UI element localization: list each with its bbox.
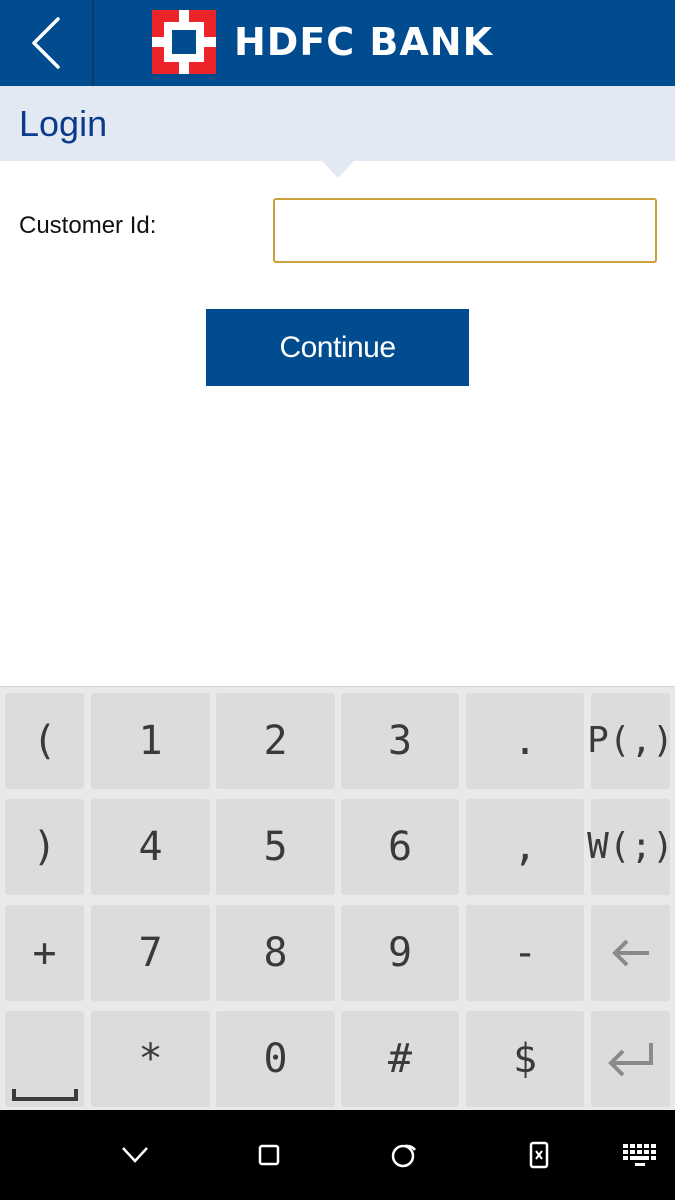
key-backspace[interactable]	[591, 905, 670, 1001]
keyboard-switch-button[interactable]	[605, 1110, 675, 1200]
recents-icon	[258, 1144, 280, 1166]
screen-pin-icon	[529, 1141, 549, 1169]
key-3[interactable]: 3	[341, 693, 459, 789]
key-pause[interactable]: P(,)	[587, 693, 674, 789]
key-open-paren[interactable]: (	[5, 693, 84, 789]
page-title: Login	[19, 103, 108, 144]
back-button[interactable]	[0, 0, 92, 86]
key-label: 1	[138, 718, 163, 764]
key-hash[interactable]: #	[341, 1011, 459, 1107]
key-9[interactable]: 9	[341, 905, 459, 1001]
brand-name: HDFC BANK	[234, 20, 494, 64]
key-asterisk[interactable]: *	[91, 1011, 210, 1107]
title-pointer	[322, 161, 354, 178]
key-label: 0	[263, 1036, 288, 1082]
key-label: 8	[263, 930, 288, 976]
home-icon	[391, 1144, 417, 1168]
key-1[interactable]: 1	[91, 693, 210, 789]
enter-icon	[607, 1043, 653, 1077]
hdfc-logo-icon	[152, 10, 216, 74]
key-label: .	[512, 718, 538, 764]
key-label: W(;)	[587, 826, 674, 867]
key-6[interactable]: 6	[341, 799, 459, 895]
key-label: 6	[387, 824, 413, 870]
key-label: #	[387, 1036, 413, 1082]
header-divider	[92, 0, 94, 86]
key-dollar[interactable]: $	[466, 1011, 584, 1107]
key-label: 5	[263, 824, 288, 870]
hide-keyboard-icon	[122, 1147, 148, 1163]
continue-button[interactable]: Continue	[206, 309, 469, 386]
key-4[interactable]: 4	[91, 799, 210, 895]
key-label: 2	[263, 718, 288, 764]
key-minus[interactable]: -	[466, 905, 584, 1001]
keyboard-icon	[623, 1144, 656, 1166]
key-close-paren[interactable]: )	[5, 799, 84, 895]
key-label: 3	[387, 718, 413, 764]
key-label: (	[32, 718, 57, 764]
numeric-keypad: (1 2 3. P(,)) 4 5 6, W(;) +7 8 9 - * 0 # $	[0, 686, 675, 1110]
key-0[interactable]: 0	[216, 1011, 335, 1107]
key-label: 7	[138, 930, 163, 976]
system-nav-bar	[0, 1110, 675, 1200]
key-2[interactable]: 2	[216, 693, 335, 789]
key-period[interactable]: .	[466, 693, 584, 789]
space-bar-icon	[11, 1089, 78, 1101]
key-label: *	[138, 1036, 163, 1082]
key-comma[interactable]: ,	[466, 799, 584, 895]
backspace-arrow-icon	[611, 939, 649, 967]
screen-pin-button[interactable]	[504, 1110, 574, 1200]
home-button[interactable]	[369, 1110, 439, 1200]
key-label: -	[512, 930, 538, 976]
key-7[interactable]: 7	[91, 905, 210, 1001]
key-label: 9	[387, 930, 413, 976]
key-label: +	[32, 930, 57, 976]
customer-id-input[interactable]	[273, 198, 657, 263]
brand: HDFC BANK	[152, 10, 493, 74]
key-wait[interactable]: W(;)	[587, 799, 674, 895]
key-plus[interactable]: +	[5, 905, 84, 1001]
title-bar: Login	[0, 86, 675, 161]
key-label: )	[32, 824, 57, 870]
key-label: P(,)	[587, 720, 674, 761]
key-label: $	[512, 1036, 538, 1082]
key-label: 4	[138, 824, 163, 870]
customer-id-label: Customer Id:	[19, 212, 157, 239]
key-5[interactable]: 5	[216, 799, 335, 895]
key-enter[interactable]	[591, 1011, 670, 1107]
key-space[interactable]	[5, 1011, 84, 1107]
app-header: HDFC BANK	[0, 0, 675, 86]
hide-keyboard-button[interactable]	[100, 1110, 170, 1200]
recents-button[interactable]	[234, 1110, 304, 1200]
key-label: ,	[512, 824, 538, 870]
chevron-left-icon	[32, 17, 60, 69]
key-8[interactable]: 8	[216, 905, 335, 1001]
